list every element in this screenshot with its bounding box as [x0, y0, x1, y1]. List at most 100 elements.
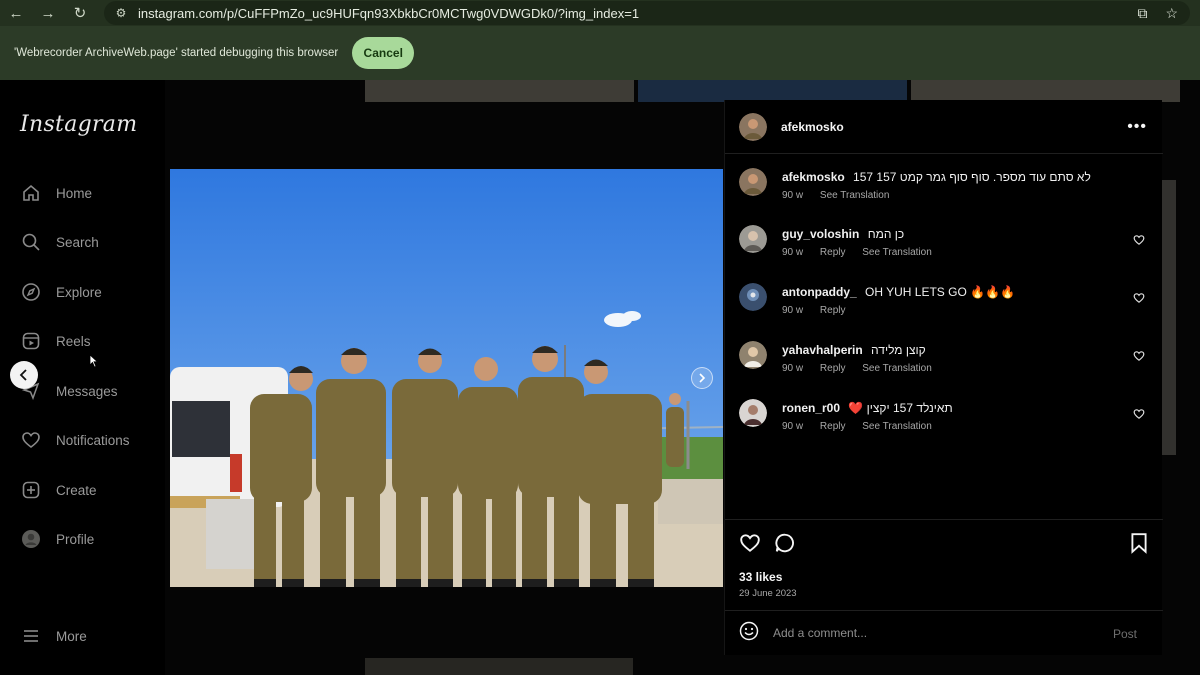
browser-toolbar: ← → ↻ ⚙ instagram.com/p/CuFFPmZo_uc9HUFq… — [0, 0, 1200, 26]
more-options-icon[interactable]: ••• — [1127, 118, 1147, 136]
comment-item: yahavhalperin קוצן מלידה 90 w Reply See … — [739, 341, 1149, 381]
comment-bubble-icon[interactable] — [774, 532, 796, 559]
sidebar-item-notifications[interactable]: Notifications — [20, 427, 130, 453]
see-translation-link[interactable]: See Translation — [820, 190, 890, 201]
sidebar-item-label: Profile — [56, 531, 95, 547]
sidebar-item-reels[interactable]: Reels — [20, 328, 91, 354]
forward-arrow-icon[interactable]: → — [32, 0, 64, 26]
post-header: afekmosko ••• — [725, 100, 1163, 154]
avatar[interactable] — [739, 168, 767, 196]
sidebar-item-search[interactable]: Search — [20, 229, 99, 255]
post-author[interactable]: afekmosko — [781, 120, 844, 134]
sidebar-item-more[interactable]: More — [20, 623, 87, 649]
group-photo-illustration — [170, 169, 723, 587]
address-bar[interactable]: ⚙ instagram.com/p/CuFFPmZo_uc9HUFqn93Xbk… — [104, 1, 1190, 25]
sidebar-item-home[interactable]: Home — [20, 180, 92, 206]
reply-link[interactable]: Reply — [820, 305, 846, 316]
background-tile — [638, 80, 907, 102]
avatar[interactable] — [739, 283, 767, 311]
avatar[interactable] — [739, 399, 767, 427]
post-comment-button[interactable]: Post — [1113, 627, 1137, 641]
next-image-button[interactable] — [691, 367, 713, 389]
search-icon — [20, 231, 42, 253]
sidebar-item-profile[interactable]: Profile — [20, 526, 94, 552]
post-caption: afekmosko 157 לא סתם עוד מספר. סוף סוף ג… — [739, 168, 1149, 208]
like-comment-heart-icon[interactable] — [1133, 233, 1145, 251]
comment-author[interactable]: yahavhalperin — [782, 343, 863, 357]
caption-meta: 90 w See Translation — [782, 190, 903, 201]
reload-icon[interactable]: ↻ — [64, 0, 96, 26]
instagram-logo[interactable]: Instagram — [20, 112, 137, 137]
background-feed-tiles — [365, 80, 1180, 102]
back-arrow-icon[interactable]: ← — [0, 0, 32, 26]
comment-item: antonpaddy_ OH YUH LETS GO 🔥🔥🔥 90 w Repl… — [739, 283, 1149, 323]
comment-line: ronen_r00 ❤️ תאינלד 157 יקצין — [782, 401, 953, 415]
comment-meta: 90 w Reply See Translation — [782, 363, 946, 374]
avatar[interactable] — [739, 112, 767, 141]
cancel-button[interactable]: Cancel — [352, 37, 415, 69]
see-translation-link[interactable]: See Translation — [862, 247, 932, 258]
avatar[interactable] — [739, 225, 767, 253]
compass-icon — [20, 281, 42, 303]
post-image[interactable] — [170, 169, 723, 587]
sidebar-item-label: Explore — [56, 284, 102, 300]
see-translation-link[interactable]: See Translation — [862, 421, 932, 432]
background-tile — [911, 80, 1180, 102]
comment-age: 90 w — [782, 363, 804, 374]
comment-line: antonpaddy_ OH YUH LETS GO 🔥🔥🔥 — [782, 285, 1015, 299]
like-comment-heart-icon[interactable] — [1133, 349, 1145, 367]
install-app-icon[interactable]: ⧉ — [1137, 5, 1147, 22]
reels-icon — [20, 330, 42, 352]
comment-text: קוצן מלידה — [871, 343, 926, 357]
url-text[interactable]: instagram.com/p/CuFFPmZo_uc9HUFqn93XbkbC… — [138, 6, 639, 21]
comment-item: guy_voloshin כן המח 90 w Reply See Trans… — [739, 225, 1149, 265]
sidebar-item-label: Notifications — [56, 432, 130, 448]
debugging-infobar: 'Webrecorder ArchiveWeb.page' started de… — [0, 26, 1200, 80]
site-settings-icon[interactable]: ⚙ — [110, 6, 132, 20]
comment-input[interactable]: Add a comment... — [773, 626, 867, 640]
comment-author[interactable]: guy_voloshin — [782, 227, 859, 241]
post-actions: 33 likes 29 June 2023 — [725, 519, 1163, 619]
sidebar-item-label: Reels — [56, 333, 91, 349]
like-comment-heart-icon[interactable] — [1133, 407, 1145, 425]
sidebar-item-label: More — [56, 628, 87, 644]
avatar[interactable] — [739, 341, 767, 369]
comment-item: ronen_r00 ❤️ תאינלד 157 יקצין 90 w Reply… — [739, 399, 1149, 439]
caption-line: afekmosko 157 לא סתם עוד מספר. סוף סוף ג… — [782, 170, 1091, 184]
reply-link[interactable]: Reply — [820, 247, 846, 258]
post-date: 29 June 2023 — [739, 588, 797, 599]
chevron-left-icon — [19, 369, 27, 381]
plus-square-icon — [20, 479, 42, 501]
profile-avatar — [20, 528, 42, 550]
menu-icon — [20, 625, 42, 647]
comment-author[interactable]: ronen_r00 — [782, 401, 840, 415]
comment-age: 90 w — [782, 305, 804, 316]
comment-text: ❤️ תאינלד 157 יקצין — [848, 401, 953, 415]
caption-author[interactable]: afekmosko — [782, 170, 845, 184]
comment-meta: 90 w Reply — [782, 305, 859, 316]
sidebar-item-explore[interactable]: Explore — [20, 279, 102, 305]
like-comment-heart-icon[interactable] — [1133, 291, 1145, 309]
comment-meta: 90 w Reply See Translation — [782, 247, 946, 258]
reply-link[interactable]: Reply — [820, 421, 846, 432]
comment-age: 90 w — [782, 247, 804, 258]
comment-text: כן המח — [867, 227, 905, 241]
like-heart-icon[interactable] — [739, 532, 761, 559]
background-scrollbar[interactable] — [1162, 180, 1176, 455]
sidebar-item-create[interactable]: Create — [20, 477, 97, 503]
heart-icon — [20, 429, 42, 451]
background-tile — [365, 80, 634, 102]
previous-post-button[interactable] — [10, 361, 38, 389]
bookmark-star-icon[interactable]: ☆ — [1165, 5, 1178, 22]
like-count[interactable]: 33 likes — [739, 570, 782, 584]
infobar-message: 'Webrecorder ArchiveWeb.page' started de… — [14, 47, 339, 59]
comment-author[interactable]: antonpaddy_ — [782, 285, 857, 299]
sidebar-item-label: Search — [56, 234, 99, 250]
reply-link[interactable]: Reply — [820, 363, 846, 374]
emoji-icon[interactable] — [739, 621, 759, 646]
comment-text: OH YUH LETS GO 🔥🔥🔥 — [865, 285, 1015, 299]
sidebar-item-label: Home — [56, 185, 93, 201]
bookmark-icon[interactable] — [1129, 532, 1149, 559]
caption-text: 157 לא סתם עוד מספר. סוף סוף גמר קמט 157 — [853, 170, 1091, 184]
see-translation-link[interactable]: See Translation — [862, 363, 932, 374]
